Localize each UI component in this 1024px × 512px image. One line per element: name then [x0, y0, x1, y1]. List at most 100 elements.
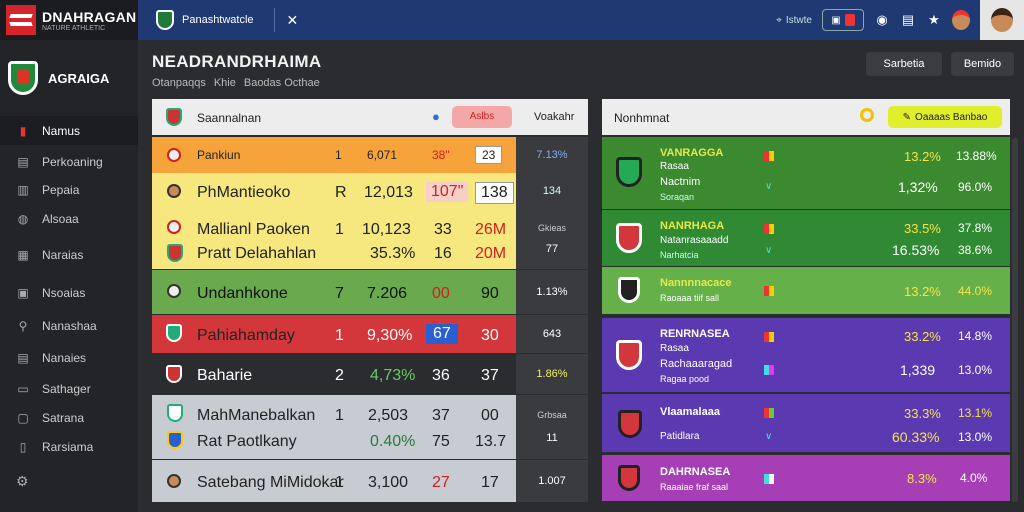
team-crest-icon — [618, 277, 640, 303]
chevron-down-icon[interactable]: ∨ — [765, 181, 772, 192]
stat-2: 36 — [432, 367, 450, 384]
chevron-down-icon[interactable]: ∨ — [765, 431, 772, 442]
avatar-face-icon — [991, 8, 1013, 32]
right-panel-button[interactable]: ✎ Oaaaas Banbao — [888, 106, 1002, 128]
team-title: RENRNASEA — [660, 328, 730, 340]
stat-secondary: 14.8% — [958, 329, 993, 343]
bemido-button[interactable]: Bemido — [951, 52, 1014, 76]
chart-icon: ▥ — [17, 182, 29, 197]
team-crest-icon — [166, 108, 182, 126]
player-icon — [167, 284, 181, 298]
top-divider — [273, 8, 275, 32]
sidebar-item-perkoaning[interactable]: ▤ Perkoaning — [0, 147, 138, 176]
list-item[interactable]: Nannnnacace Raoaaa tiif sall 13.2% 44.0% — [602, 267, 1010, 314]
stat-3: 37 — [481, 367, 499, 384]
team-crest-icon — [616, 157, 642, 187]
breadcrumb-item[interactable]: Otanpaqqs — [152, 77, 206, 89]
row-side-value: 1.86% — [516, 354, 588, 394]
location-icon: ⌖ — [776, 14, 782, 26]
coin-icon[interactable] — [860, 108, 874, 122]
right-panel-button-label: Oaaaas Banbao — [915, 111, 988, 123]
scrollbar[interactable] — [1012, 138, 1018, 502]
pin-icon[interactable]: ● — [432, 109, 440, 124]
chevron-down-icon[interactable]: ∨ — [765, 245, 772, 256]
manager-icon[interactable] — [952, 10, 970, 30]
filter-chip[interactable]: Aslbs — [452, 106, 512, 128]
sidebar-item-sathager[interactable]: ▭ Sathager — [0, 374, 138, 403]
breadcrumb-item[interactable]: Khie — [214, 77, 236, 89]
team-crest-icon — [166, 324, 182, 342]
sidebar-item-label: Perkoaning — [42, 154, 103, 169]
club-crest-icon — [8, 61, 38, 95]
flag-icon — [764, 332, 774, 342]
stat-3: 23 — [475, 146, 503, 164]
row-side-value: 1.007 — [516, 460, 588, 502]
stat-1: 7.206 — [367, 285, 408, 302]
sarbetia-button[interactable]: Sarbetia — [866, 52, 942, 76]
sidebar-item-satrana[interactable]: ▢ Satrana — [0, 403, 138, 432]
top-search[interactable]: ⌖ Istwte — [776, 15, 812, 26]
left-panel-right-label[interactable]: Voakahr — [534, 111, 574, 123]
grid-icon: ▦ — [17, 247, 29, 262]
table-icon: ▤ — [17, 350, 29, 365]
stat-2: 37 — [432, 407, 450, 424]
list-item[interactable]: NANRHAGA Natanrasaaadd Narhatcia ∨ 33.5%… — [602, 210, 1010, 266]
stat-3: 17 — [481, 474, 499, 491]
table-row[interactable]: Undanhkone 7 7.206 00 90 — [152, 270, 516, 314]
table-row[interactable]: Pankiun 1 6,071 38" 23 — [152, 137, 516, 173]
team-title: Nannnnacace — [660, 277, 732, 289]
row-side-value: 643 — [516, 315, 588, 353]
clock-icon[interactable]: ◉ — [874, 12, 890, 28]
row-side-value: 134 — [516, 173, 588, 209]
team-title: NANRHAGA — [660, 220, 725, 232]
player-icon — [167, 220, 181, 234]
gear-icon[interactable]: ⚙ — [16, 473, 29, 490]
stat-secondary: 96.0% — [958, 180, 993, 194]
league-selector[interactable]: Panashtwatcle — [156, 10, 254, 30]
table-row[interactable]: Pahiahamday 1 9,30% 67 30 — [152, 315, 516, 353]
sidebar: AGRAIGA ▮ Namus ▤ Perkoaning ▥ Pepaia ◍ Also… — [0, 40, 138, 512]
sidebar-item-pepaia[interactable]: ▥ Pepaia — [0, 175, 138, 204]
sidebar-item-namus[interactable]: ▮ Namus — [0, 116, 138, 145]
shuffle-icon[interactable]: ✕ — [287, 12, 299, 29]
list-item[interactable]: RENRNASEA Rasaa Rachaaaragad Ragaa pood … — [602, 318, 1010, 392]
table-row[interactable]: Baharie 2 4,73% 36 37 — [152, 354, 516, 394]
team-crest-icon — [167, 244, 183, 262]
sidebar-item-label: Alsoaa — [42, 211, 79, 226]
team-title: Vlaamalaaa — [660, 406, 720, 418]
stat-2: 16 — [434, 245, 452, 262]
stat-primary: 1,339 — [900, 362, 936, 378]
stat-primary: 13.2% — [904, 284, 941, 299]
table-row[interactable]: Mallianl Paoken 1 10,123 33 26M Pratt De… — [152, 209, 516, 269]
sidebar-club[interactable]: AGRAIGA — [0, 40, 138, 116]
stat-primary: 33.3% — [904, 406, 941, 421]
table-row[interactable]: PhMantieoko R 12,013 107" 138 — [152, 173, 516, 209]
table-row[interactable]: Satebang MiMidokar 1 3,100 27 17 — [152, 460, 516, 502]
avatar[interactable] — [980, 0, 1024, 40]
sidebar-item-nsoaias[interactable]: ▣ Nsoaias — [0, 278, 138, 307]
league-name: Panashtwatcle — [182, 14, 254, 26]
sidebar-item-rarsiama[interactable]: ▯ Rarsiama — [0, 432, 138, 461]
player-name: Mallianl Paoken — [197, 221, 310, 238]
star-icon[interactable]: ★ — [926, 12, 942, 28]
team-sub: Raoaaa tiif sall — [660, 293, 720, 303]
stat-3: 13.7 — [475, 433, 507, 450]
club-name: AGRAIGA — [48, 70, 110, 86]
sidebar-item-nanaies[interactable]: ▤ Nanaies — [0, 343, 138, 372]
breadcrumb-item[interactable]: Baodas Octhae — [244, 77, 320, 89]
mail-icon[interactable]: ▤ — [900, 12, 916, 28]
stat-primary: 33.5% — [904, 221, 941, 236]
list-item[interactable]: VANRAGGA Rasaa Nactnim Soraqan ∨ 13.2% 1… — [602, 137, 1010, 209]
list-item[interactable]: DAHRNASEA Raaaiae fraf saal 8.3% 4.0% — [602, 455, 1010, 501]
sidebar-item-naraias[interactable]: ▦ Naraias — [0, 240, 138, 269]
stat-3: 20M — [475, 245, 507, 262]
flag-icon — [764, 474, 774, 484]
sidebar-item-nanashaa[interactable]: ⚲ Nanashaa — [0, 311, 138, 340]
brand[interactable]: DNAHRAGAN NATURE ATHLETIC — [0, 0, 138, 40]
inbox-icon: ▣ — [831, 14, 841, 26]
sidebar-item-alsoaa[interactable]: ◍ Alsoaa — [0, 204, 138, 233]
player-name: Satebang MiMidokar — [197, 474, 344, 491]
list-item[interactable]: Vlaamalaaa Patidlara ∨ 33.3% 60.33% 13.1… — [602, 394, 1010, 452]
table-row[interactable]: MahManebalkan 1 2,503 37 00 Rat Paotlkan… — [152, 395, 516, 459]
messages-button[interactable]: ▣ — [822, 9, 864, 31]
